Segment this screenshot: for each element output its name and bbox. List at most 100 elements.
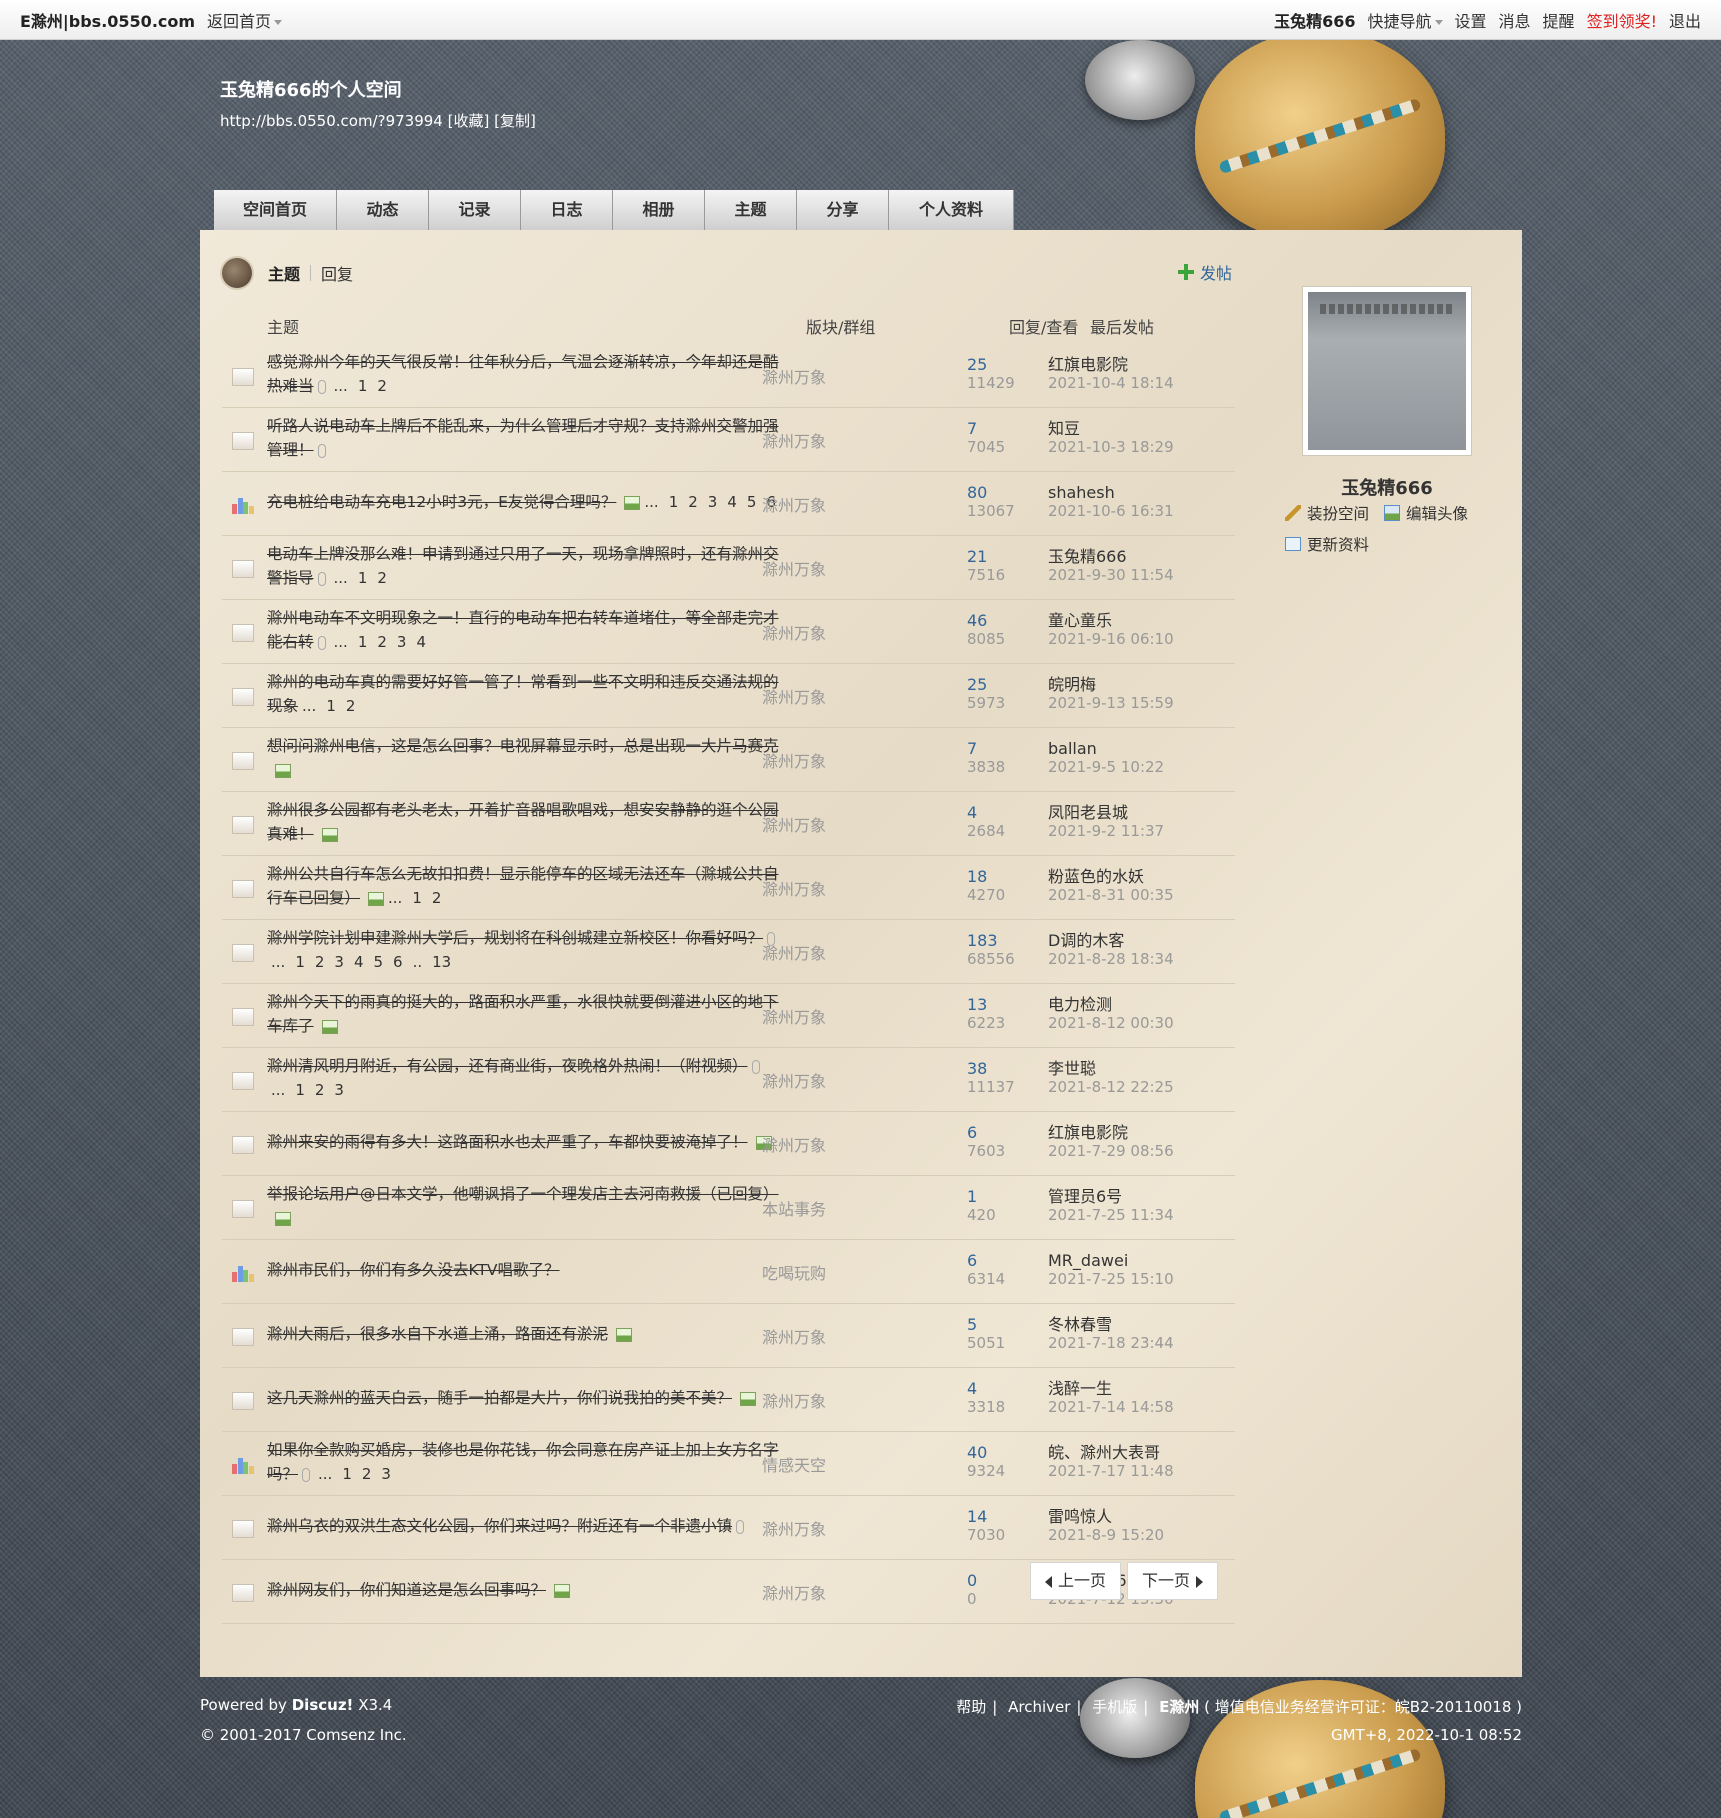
last-post-time[interactable]: 2021-9-2 11:37: [1048, 822, 1164, 840]
last-post-time[interactable]: 2021-7-14 14:58: [1048, 1398, 1174, 1416]
forum-link[interactable]: 滁州万象: [762, 428, 826, 452]
thread-title-link[interactable]: 滁州的电动车真的需要好好管一管了！常看到一些不文明和违反交通法规的现象... 1 2: [267, 670, 782, 718]
site-footer-link[interactable]: E滁州: [1159, 1698, 1199, 1716]
thread-title-link[interactable]: 滁州很多公园都有老头老太，开着扩音器唱歌唱戏，想安安静静的逛个公园真难！: [267, 798, 782, 846]
forum-link[interactable]: 滁州万象: [762, 492, 826, 516]
thread-page-link[interactable]: 2: [377, 633, 387, 651]
thread-page-link[interactable]: 3: [397, 633, 407, 651]
last-post-time[interactable]: 2021-10-4 18:14: [1048, 374, 1174, 392]
last-post-author[interactable]: shahesh: [1048, 484, 1115, 502]
archiver-link[interactable]: Archiver: [1008, 1698, 1070, 1716]
quick-nav-menu[interactable]: 快捷导航: [1368, 8, 1443, 32]
thread-page-link[interactable]: 1: [295, 953, 305, 971]
last-post-author[interactable]: 李世聪: [1048, 1060, 1096, 1078]
thread-title-link[interactable]: 滁州今天下的雨真的挺大的，路面积水严重，水很快就要倒灌进小区的地下车库了: [267, 990, 782, 1038]
thread-title-link[interactable]: 滁州乌衣的双洪生态文化公园，你们来过吗？附近还有一个非遗小镇: [267, 1514, 782, 1538]
thread-page-link[interactable]: 3: [334, 953, 344, 971]
thread-title-link[interactable]: 这几天滁州的蓝天白云，随手一拍都是大片，你们说我拍的美不美？: [267, 1386, 782, 1410]
forum-link[interactable]: 滁州万象: [762, 556, 826, 580]
prev-page-button[interactable]: 上一页: [1030, 1562, 1122, 1600]
forum-link[interactable]: 滁州万象: [762, 1068, 826, 1092]
checkin-link[interactable]: 签到领奖!: [1587, 8, 1657, 32]
forum-link[interactable]: 吃喝玩购: [762, 1260, 826, 1284]
thread-page-link[interactable]: 4: [354, 953, 364, 971]
thread-page-link[interactable]: 4: [727, 493, 737, 511]
thread-title-link[interactable]: 电动车上牌没那么难！申请到通过只用了一天，现场拿牌照时，还有滁州交警指导... 1…: [267, 542, 782, 590]
forum-link[interactable]: 滁州万象: [762, 812, 826, 836]
thread-page-link[interactable]: 2: [346, 697, 356, 715]
subtab-replies[interactable]: 回复: [321, 261, 353, 285]
back-home-link[interactable]: 返回首页: [207, 8, 283, 32]
last-post-author[interactable]: 凤阳老县城: [1048, 804, 1128, 822]
forum-link[interactable]: 滁州万象: [762, 748, 826, 772]
last-post-time[interactable]: 2021-8-12 00:30: [1048, 1014, 1174, 1032]
profile-avatar[interactable]: [1302, 286, 1472, 456]
thread-title-link[interactable]: 滁州公共自行车怎么无故扣扣费！显示能停车的区域无法还车（滁城公共自行车已回复）.…: [267, 862, 782, 910]
forum-link[interactable]: 滁州万象: [762, 1516, 826, 1540]
thread-title-link[interactable]: 充电桩给电动车充电12小时3元，E友觉得合理吗？ ... 1 2 3 4 5 6: [267, 490, 782, 514]
thread-page-link[interactable]: 5: [747, 493, 757, 511]
forum-link[interactable]: 本站事务: [762, 1196, 826, 1220]
thread-page-link[interactable]: 3: [334, 1081, 344, 1099]
thread-page-link[interactable]: 13: [432, 953, 451, 971]
thread-title-link[interactable]: 滁州学院计划申建滁州大学后，规划将在科创城建立新校区！你看好吗？... 1 2 3 4 5…: [267, 926, 782, 974]
thread-page-link[interactable]: 1: [342, 1465, 352, 1483]
reminders-link[interactable]: 提醒: [1543, 8, 1575, 32]
tab-profile[interactable]: 个人资料: [889, 190, 1014, 230]
last-post-time[interactable]: 2021-7-25 11:34: [1048, 1206, 1174, 1224]
last-post-time[interactable]: 2021-9-30 11:54: [1048, 566, 1174, 584]
last-post-time[interactable]: 2021-9-5 10:22: [1048, 758, 1164, 776]
edit-avatar-link[interactable]: 编辑头像: [1383, 502, 1468, 524]
last-post-time[interactable]: 2021-10-6 16:31: [1048, 502, 1174, 520]
last-post-time[interactable]: 2021-7-25 15:10: [1048, 1270, 1174, 1288]
thread-page-link[interactable]: 4: [416, 633, 426, 651]
username-link[interactable]: 玉兔精666: [1274, 8, 1355, 32]
last-post-time[interactable]: 2021-9-13 15:59: [1048, 694, 1174, 712]
last-post-time[interactable]: 2021-8-12 22:25: [1048, 1078, 1174, 1096]
last-post-time[interactable]: 2021-7-17 11:48: [1048, 1462, 1174, 1480]
last-post-author[interactable]: 雷鸣惊人: [1048, 1508, 1112, 1526]
forum-link[interactable]: 滁州万象: [762, 364, 826, 388]
thread-page-link[interactable]: 1: [412, 889, 422, 907]
forum-link[interactable]: 滁州万象: [762, 1388, 826, 1412]
last-post-time[interactable]: 2021-10-3 18:29: [1048, 438, 1174, 456]
site-name-link[interactable]: E滁州|bbs.0550.com: [20, 8, 195, 32]
forum-link[interactable]: 滁州万象: [762, 1580, 826, 1604]
last-post-author[interactable]: 粉蓝色的水妖: [1048, 868, 1144, 886]
help-link[interactable]: 帮助: [956, 1698, 986, 1716]
copy-link[interactable]: [复制]: [494, 112, 536, 130]
thread-page-link[interactable]: 1: [358, 633, 368, 651]
last-post-author[interactable]: 管理员6号: [1048, 1188, 1122, 1206]
tab-space-home[interactable]: 空间首页: [214, 190, 337, 230]
tab-threads[interactable]: 主题: [705, 190, 797, 230]
forum-link[interactable]: 滁州万象: [762, 940, 826, 964]
forum-link[interactable]: 情感天空: [762, 1452, 826, 1476]
thread-title-link[interactable]: 想问问滁州电信，这是怎么回事？电视屏幕显示时，总是出现一大片马赛克: [267, 734, 782, 782]
thread-page-link[interactable]: 2: [377, 569, 387, 587]
forum-link[interactable]: 滁州万象: [762, 684, 826, 708]
thread-page-link[interactable]: 2: [432, 889, 442, 907]
decorate-space-link[interactable]: 装扮空间: [1285, 502, 1369, 524]
last-post-time[interactable]: 2021-8-31 00:35: [1048, 886, 1174, 904]
last-post-author[interactable]: 知豆: [1048, 420, 1080, 438]
favorite-link[interactable]: [收藏]: [448, 112, 490, 130]
last-post-time[interactable]: 2021-7-18 23:44: [1048, 1334, 1174, 1352]
last-post-author[interactable]: 红旗电影院: [1048, 1124, 1128, 1142]
last-post-author[interactable]: 冬林春雪: [1048, 1316, 1112, 1334]
thread-title-link[interactable]: 滁州电动车不文明现象之一！直行的电动车把右转车道堵住，等全部走完才能右转... 1…: [267, 606, 782, 654]
tab-records[interactable]: 记录: [429, 190, 521, 230]
messages-link[interactable]: 消息: [1499, 8, 1531, 32]
last-post-time[interactable]: 2021-8-28 18:34: [1048, 950, 1174, 968]
thread-title-link[interactable]: 滁州清风明月附近，有公园，还有商业街，夜晚格外热闹！（附视频） ... 1 2 3: [267, 1054, 782, 1102]
last-post-time[interactable]: 2021-9-16 06:10: [1048, 630, 1174, 648]
next-page-button[interactable]: 下一页: [1127, 1562, 1219, 1600]
thread-page-link[interactable]: 2: [315, 953, 325, 971]
thread-title-link[interactable]: 滁州市民们，你们有多久没去KTV唱歌了？: [267, 1258, 782, 1282]
logout-link[interactable]: 退出: [1669, 8, 1701, 32]
last-post-author[interactable]: ballan: [1048, 740, 1097, 758]
thread-title-link[interactable]: 听路人说电动车上牌后不能乱来，为什么管理后才守规？支持滁州交警加强管理！: [267, 414, 782, 462]
thread-page-link[interactable]: ..: [413, 953, 423, 971]
thread-title-link[interactable]: 滁州网友们，你们知道这是怎么回事吗？: [267, 1578, 782, 1602]
last-post-author[interactable]: 童心童乐: [1048, 612, 1112, 630]
forum-link[interactable]: 滁州万象: [762, 1324, 826, 1348]
